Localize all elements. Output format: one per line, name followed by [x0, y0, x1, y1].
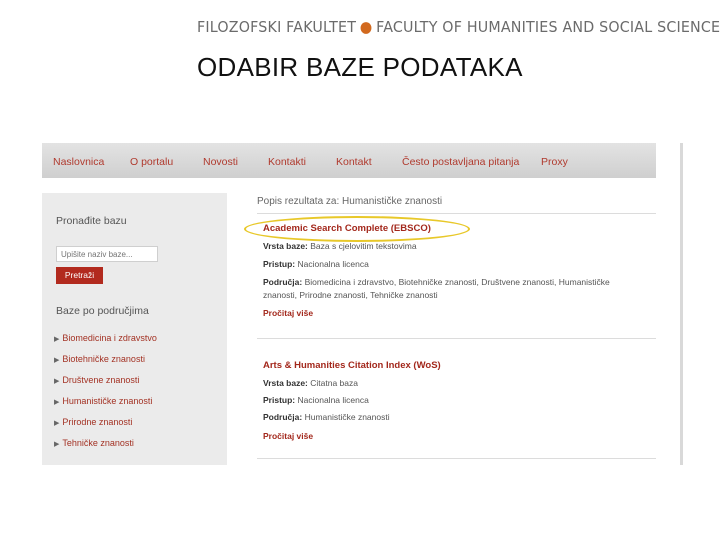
nav-item-kontakti[interactable]: Kontakti: [268, 156, 306, 168]
nav-item-novosti[interactable]: Novosti: [203, 156, 238, 168]
read-more-link[interactable]: Pročitaj više: [263, 308, 313, 318]
database-access: Pristup: Nacionalna licenca: [263, 395, 369, 405]
divider: [257, 458, 656, 459]
triangle-right-icon: ▶: [54, 378, 60, 385]
category-label: Tehničke znanosti: [62, 438, 134, 448]
categories-label: Baze po područjima: [56, 305, 149, 317]
database-areas-continued: znanosti, Prirodne znanosti, Tehničke zn…: [263, 290, 438, 300]
database-type: Vrsta baze: Baza s cjelovitim tekstovima: [263, 241, 417, 251]
category-label: Biomedicina i zdravstvo: [62, 333, 157, 343]
nav-item-o-portalu[interactable]: O portalu: [130, 156, 173, 168]
category-link[interactable]: ▶ Prirodne znanosti: [54, 417, 132, 427]
nav-item-faq[interactable]: Često postavljana pitanja: [402, 156, 519, 168]
divider: [257, 213, 656, 214]
category-link[interactable]: ▶ Humanističke znanosti: [54, 396, 152, 406]
category-link[interactable]: ▶ Biotehničke znanosti: [54, 354, 145, 364]
banner-left: FILOZOFSKI FAKULTET: [197, 18, 357, 36]
database-search-input[interactable]: [56, 246, 158, 262]
triangle-right-icon: ▶: [54, 357, 60, 364]
slide-title: ODABIR BAZE PODATAKA: [197, 52, 523, 82]
triangle-right-icon: ▶: [54, 441, 60, 448]
faculty-banner: FILOZOFSKI FAKULTET ● FACULTY OF HUMANITIE…: [197, 18, 720, 40]
screenshot-scrollbar: [680, 143, 683, 465]
nav-item-naslovnica[interactable]: Naslovnica: [53, 156, 104, 168]
database-areas: Područja: Humanističke znanosti: [263, 412, 390, 422]
top-navigation: Naslovnica O portalu Novosti Kontakti Ko…: [42, 143, 656, 178]
divider: [257, 338, 656, 339]
highlight-ellipse: [244, 216, 470, 242]
category-label: Biotehničke znanosti: [62, 354, 145, 364]
database-access: Pristup: Nacionalna licenca: [263, 259, 369, 269]
results-header: Popis rezultata za: Humanističke znanost…: [257, 196, 443, 207]
category-label: Prirodne znanosti: [62, 417, 133, 427]
category-link[interactable]: ▶ Društvene znanosti: [54, 375, 139, 385]
triangle-right-icon: ▶: [54, 336, 60, 343]
database-title-link[interactable]: Arts & Humanities Citation Index (WoS): [263, 360, 441, 371]
triangle-right-icon: ▶: [54, 399, 60, 406]
nav-item-kontakt[interactable]: Kontakt: [336, 156, 372, 168]
category-label: Humanističke znanosti: [62, 396, 153, 406]
sidebar: Pronađite bazu Pretraži Baze po područji…: [42, 193, 227, 465]
portal-screenshot: Naslovnica O portalu Novosti Kontakti Ko…: [42, 143, 656, 465]
category-link[interactable]: ▶ Biomedicina i zdravstvo: [54, 333, 157, 343]
search-label: Pronađite bazu: [56, 215, 127, 227]
banner-right: FACULTY OF HUMANITIES AND SOCIAL SCIENCE…: [376, 18, 720, 36]
dot-icon: ●: [359, 18, 373, 36]
nav-item-proxy[interactable]: Proxy: [541, 156, 568, 168]
triangle-right-icon: ▶: [54, 420, 60, 427]
database-type: Vrsta baze: Citatna baza: [263, 378, 358, 388]
category-label: Društvene znanosti: [62, 375, 140, 385]
category-link[interactable]: ▶ Tehničke znanosti: [54, 438, 134, 448]
search-button[interactable]: Pretraži: [56, 267, 103, 284]
read-more-link[interactable]: Pročitaj više: [263, 431, 313, 441]
database-areas: Područja: Biomedicina i zdravstvo, Biote…: [263, 277, 610, 287]
